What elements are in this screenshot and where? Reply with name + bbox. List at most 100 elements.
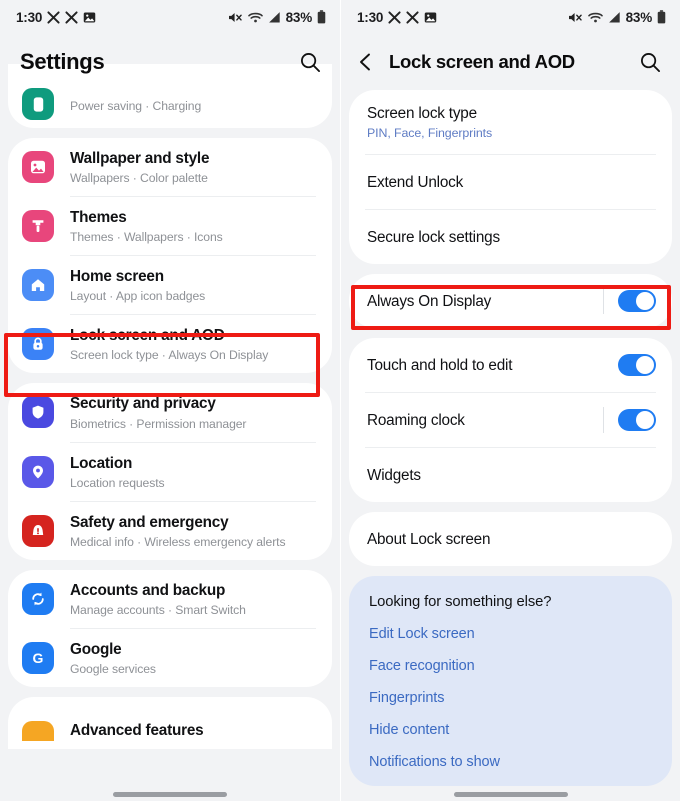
status-bar-right: 1:30 83% [341,0,680,34]
list-item[interactable]: Power saving · Charging [8,64,332,128]
list-item-texts: Lock screen and AOD Screen lock type · A… [70,326,316,362]
lock-group-2[interactable]: Always On Display [349,274,672,329]
lock-group-1[interactable]: Screen lock type PIN, Face, Fingerprints… [349,90,672,265]
right-scroll-body[interactable]: Screen lock type PIN, Face, Fingerprints… [341,90,680,787]
sidebar-item-wallpaper-and-style[interactable]: Wallpaper and style Wallpapers · Color p… [8,138,332,196]
battery-card-partial[interactable]: Power saving · Charging [8,64,332,128]
battery-percent: 83% [625,9,653,25]
sidebar-item-location[interactable]: Location Location requests [8,443,332,501]
list-item-about-lock-screen[interactable]: About Lock screen [349,512,672,566]
google-icon: G [20,640,56,676]
x-icon [47,10,60,24]
battery-percent: 83% [285,9,313,25]
list-item-title: Widgets [367,466,421,484]
list-item-texts: Security and privacy Biometrics · Permis… [70,394,316,430]
roaming-clock-toggle[interactable] [618,409,656,432]
right-app-bar: Lock screen and AOD [341,34,680,90]
list-item-texts: Safety and emergency Medical info · Wire… [70,513,316,549]
right-phone-screen: 1:30 83% Lock screen and AOD Screen lock… [340,0,680,801]
always-on-display-toggle[interactable] [618,290,656,313]
list-item-title: Themes [70,209,127,227]
list-item-texts: Widgets [367,466,656,485]
list-item-title: Secure lock settings [367,228,500,246]
sidebar-item-home-screen[interactable]: Home screen Layout · App icon badges [8,256,332,314]
list-item-subtitle: Layout · App icon badges [70,289,206,304]
tip-link-hide-content[interactable]: Hide content [369,722,652,738]
tip-link-edit-lock-screen[interactable]: Edit Lock screen [369,626,652,642]
list-item-secure-lock-settings[interactable]: Secure lock settings [349,210,672,264]
sidebar-item-accounts-and-backup[interactable]: Accounts and backup Manage accounts · Sm… [8,570,332,628]
list-item-title: Lock screen and AOD [70,327,225,345]
list-item-subtitle: PIN, Face, Fingerprints [367,126,493,141]
list-item-roaming-clock[interactable]: Roaming clock [349,393,672,447]
image-icon [424,11,437,24]
search-icon[interactable] [636,48,664,76]
sidebar-item-lock-screen-and-aod[interactable]: Lock screen and AOD Screen lock type · A… [8,315,332,373]
toggle-separator [603,288,604,315]
list-item-texts: Secure lock settings [367,228,656,247]
advanced-icon [20,713,56,749]
list-item-subtitle: Medical info · Wireless emergency alerts [70,534,286,549]
list-item-title: Always On Display [367,292,492,310]
left-scroll-body[interactable]: Power saving · Charging Wallpaper and st… [0,64,340,749]
list-item-title: Wallpaper and style [70,150,210,167]
list-item-texts: Roaming clock [367,411,603,430]
chevron-left-icon[interactable] [357,47,383,77]
list-item-texts: Accounts and backup Manage accounts · Sm… [70,581,316,617]
list-item-subtitle: Manage accounts · Smart Switch [70,602,246,617]
settings-group-2[interactable]: Security and privacy Biometrics · Permis… [8,383,332,560]
list-item-texts: Advanced features [70,721,316,740]
wifi-icon [587,11,603,24]
sidebar-item-themes[interactable]: Themes Themes · Wallpapers · Icons [8,197,332,255]
settings-group-4[interactable]: Advanced features [8,696,332,749]
list-item-extend-unlock[interactable]: Extend Unlock [349,155,672,209]
list-item-texts: Themes Themes · Wallpapers · Icons [70,208,316,244]
signal-icon [608,11,621,24]
list-item-always-on-display[interactable]: Always On Display [349,274,672,328]
tip-title: Looking for something else? [369,594,552,611]
alert-icon [20,513,56,549]
left-phone-screen: 1:30 83% Settings Power saving · Chargin… [0,0,340,801]
list-item-screen-lock-type[interactable]: Screen lock type PIN, Face, Fingerprints [349,90,672,154]
svg-text:G: G [33,650,44,666]
shield-icon [20,394,56,430]
list-item-title: Google [70,640,122,658]
status-bar-right-group: 83% [228,10,326,25]
list-item-texts: About Lock screen [367,530,656,549]
sidebar-item-security-and-privacy[interactable]: Security and privacy Biometrics · Permis… [8,383,332,441]
list-item-subtitle: Screen lock type · Always On Display [70,348,269,363]
list-item-subtitle: Biometrics · Permission manager [70,416,247,431]
settings-group-1[interactable]: Wallpaper and style Wallpapers · Color p… [8,138,332,374]
status-bar-right-group: 83% [568,10,666,25]
sidebar-item-google[interactable]: G Google Google services [8,629,332,687]
toggle-knob [636,411,654,430]
list-item-texts: Wallpaper and style Wallpapers · Color p… [70,149,316,185]
lock-group-3[interactable]: Touch and hold to edit Roaming clock Wid… [349,338,672,503]
sync-icon [20,581,56,617]
settings-group-3[interactable]: Accounts and backup Manage accounts · Sm… [8,569,332,687]
tip-link-notifications-to-show[interactable]: Notifications to show [369,754,652,770]
tip-link-face-recognition[interactable]: Face recognition [369,658,652,674]
nav-gesture-bar[interactable] [453,792,568,797]
list-item-widgets[interactable]: Widgets [349,448,672,502]
list-item-touch-and-hold-to-edit[interactable]: Touch and hold to edit [349,338,672,392]
tip-link-fingerprints[interactable]: Fingerprints [369,690,652,706]
list-item-title: Screen lock type [367,105,477,122]
sidebar-item-safety-and-emergency[interactable]: Safety and emergency Medical info · Wire… [8,502,332,560]
list-item-texts: Google Google services [70,640,316,676]
looking-for-something-else-card: Looking for something else? Edit Lock sc… [349,576,672,787]
sidebar-item-advanced-features[interactable]: Advanced features [8,697,332,749]
signal-icon [268,11,281,24]
lock-group-4[interactable]: About Lock screen [349,512,672,567]
status-time: 1:30 [16,9,43,25]
battery-icon [20,86,56,122]
status-bar-left-group: 1:30 [357,10,437,25]
list-item-title: Safety and emergency [70,513,229,531]
toggle-knob [636,292,654,311]
pin-icon [20,454,56,490]
list-item-title: Security and privacy [70,395,216,413]
touch-and-hold-to-edit-toggle[interactable] [618,354,656,377]
nav-gesture-bar[interactable] [113,792,227,797]
list-item-title: Advanced features [70,722,204,740]
list-item-title: About Lock screen [367,530,491,548]
